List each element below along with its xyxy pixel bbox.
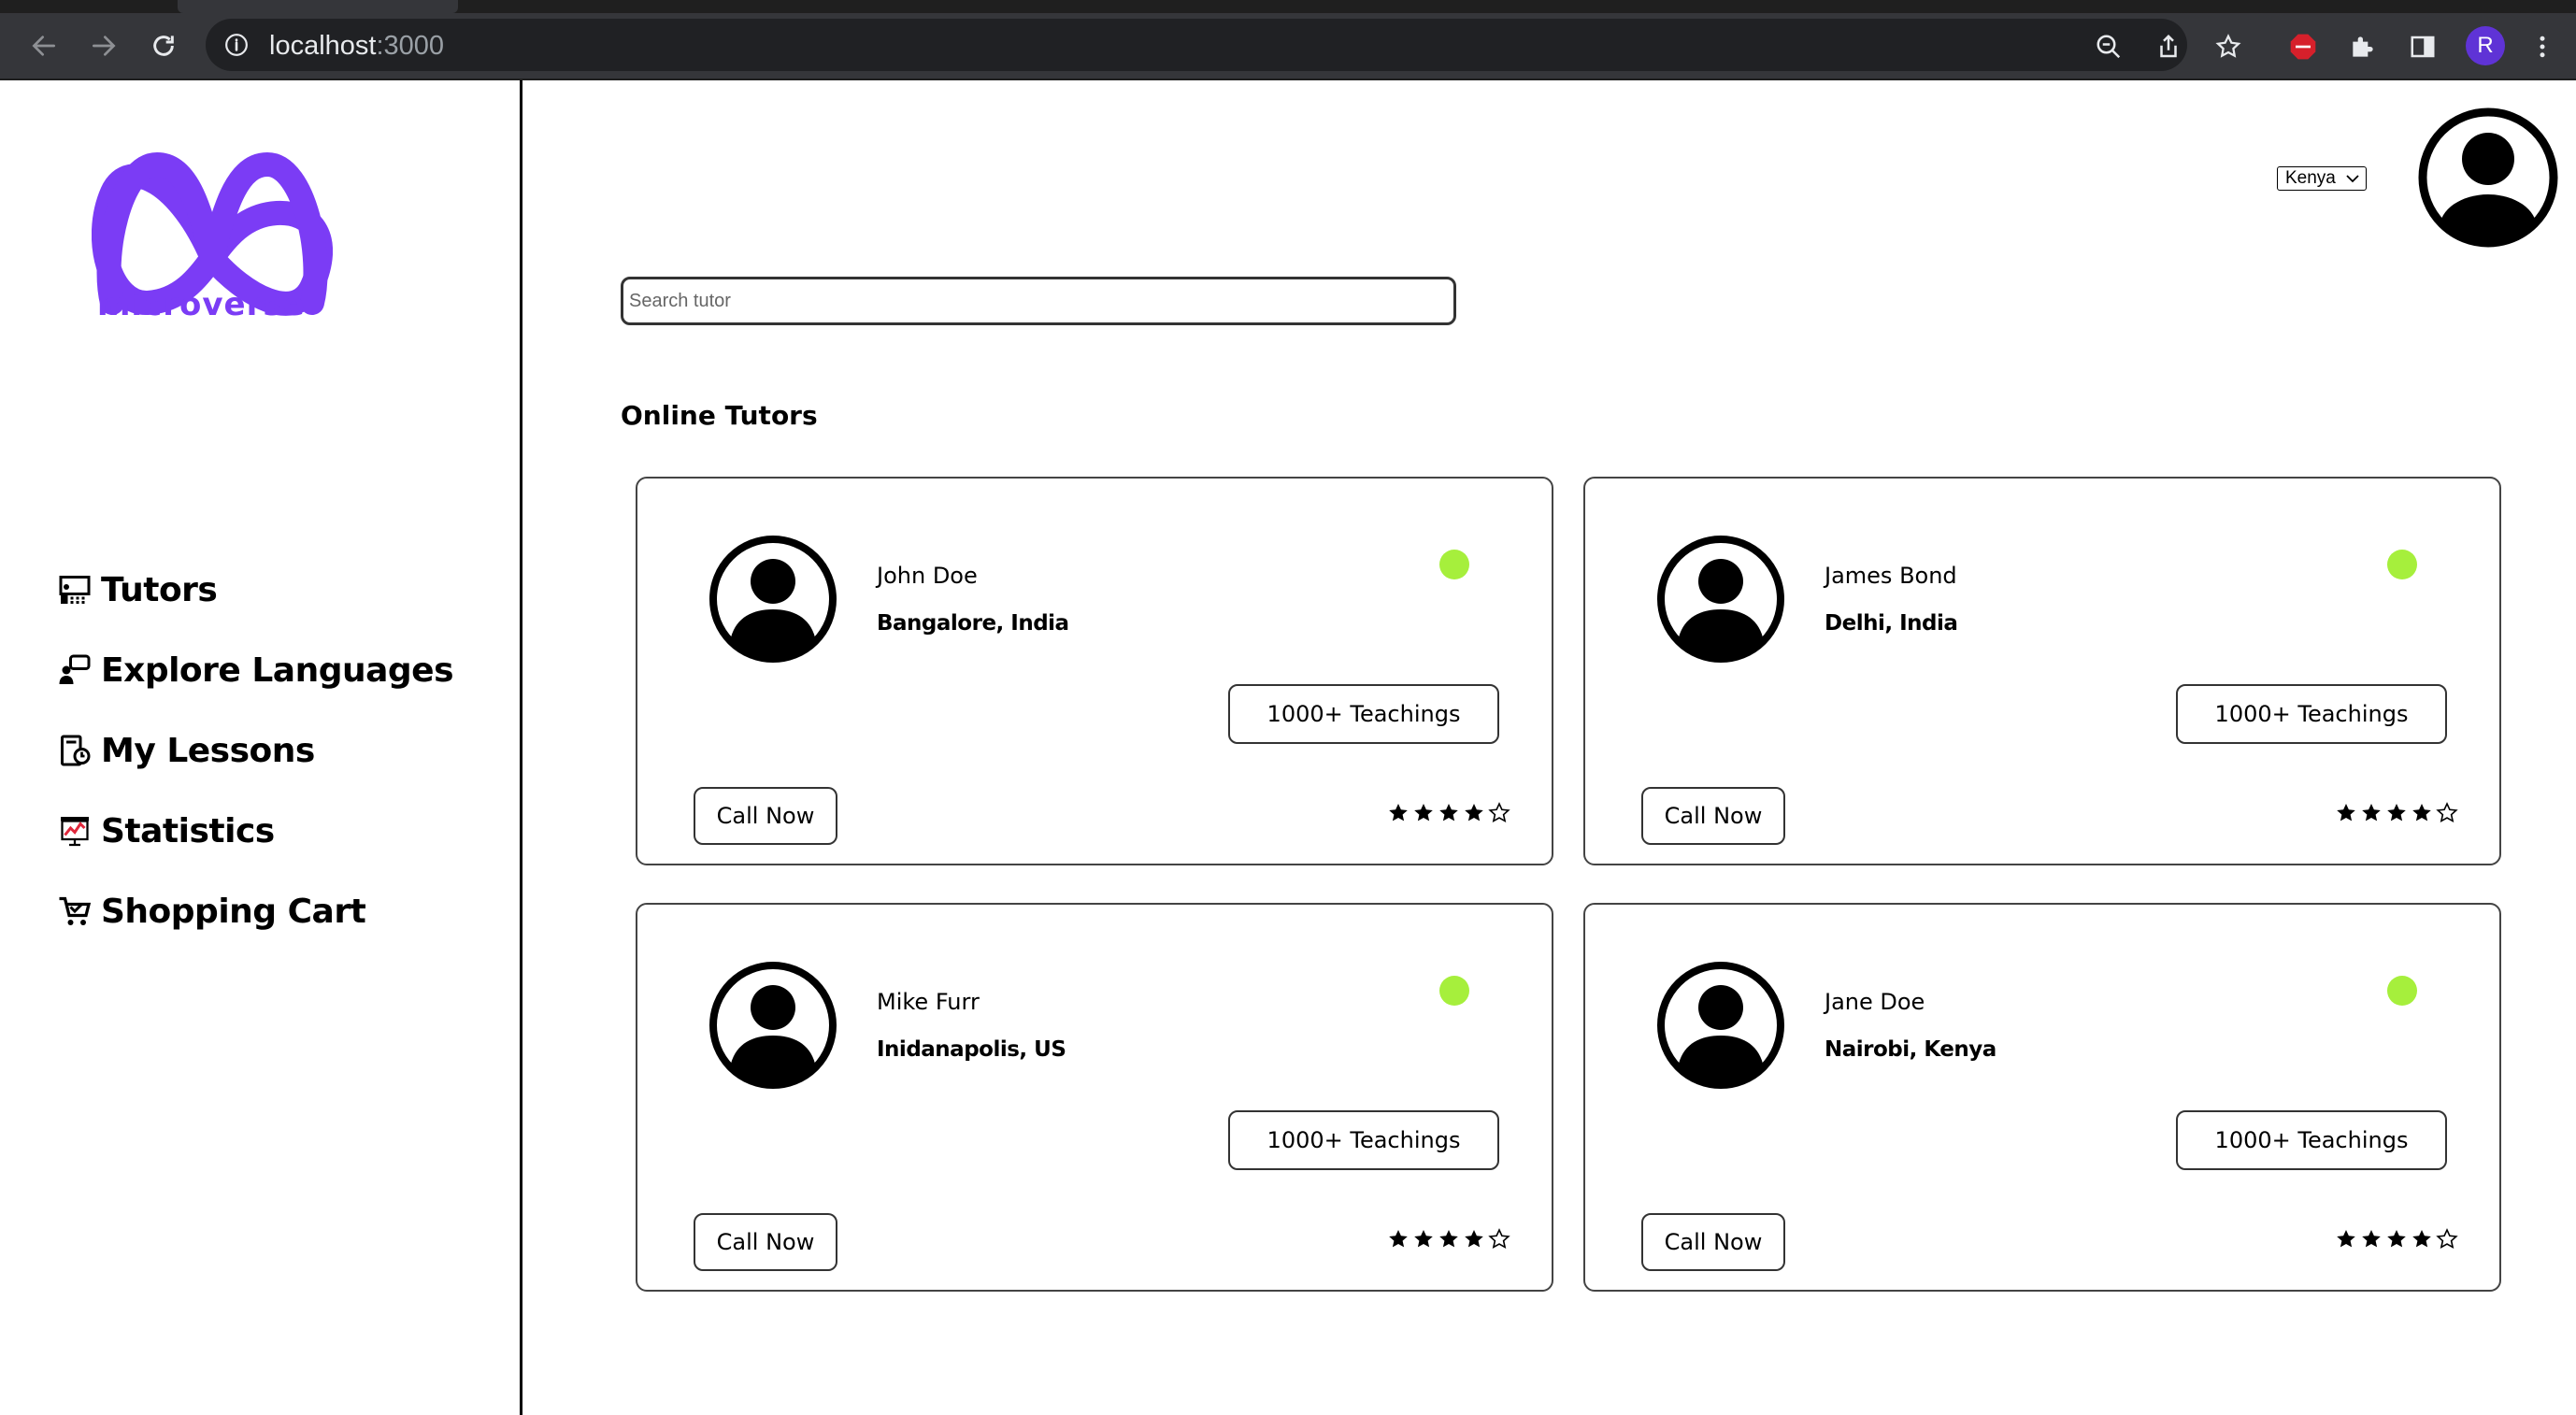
tutor-card: Mike Furr Inidanapolis, US 1000+ Teachin… [636,903,1553,1292]
sidebar-item-label: My Lessons [101,731,315,770]
reload-button[interactable] [144,26,183,65]
star-filled-icon [1414,1230,1433,1248]
tutor-name: John Doe [877,563,978,589]
browser-profile-avatar[interactable]: R [2466,26,2505,65]
tutor-name: James Bond [1825,563,1957,589]
forward-button[interactable] [84,26,123,65]
tutor-card: John Doe Bangalore, India 1000+ Teaching… [636,477,1553,865]
star-filled-icon [1439,1230,1458,1248]
star-filled-icon [2387,1230,2406,1248]
star-empty-icon [2436,1228,2458,1249]
tutor-card: James Bond Delhi, India 1000+ Teachings … [1583,477,2501,865]
section-title: Online Tutors [621,400,818,431]
online-status-dot [1439,976,1469,1006]
sidebar-item-label: Statistics [101,811,275,850]
tutor-avatar-icon [709,962,837,1089]
kebab-menu-icon[interactable] [2526,30,2559,64]
tutor-avatar-icon [709,536,837,663]
browser-tab-strip [0,0,2576,13]
star-filled-icon [2387,804,2406,822]
sidebar-item-explore-languages[interactable]: Explore Languages [58,647,454,693]
lessons-icon [61,735,91,766]
chevron-down-icon [2346,175,2359,183]
info-icon[interactable] [224,33,249,57]
teachings-badge[interactable]: 1000+ Teachings [2176,1110,2447,1170]
tutor-card: Jane Doe Nairobi, Kenya 1000+ Teachings … [1583,903,2501,1292]
sidebar: microverse Tutors Explore Languages My L… [0,80,522,1415]
online-status-dot [2387,976,2417,1006]
sidebar-item-label: Explore Languages [101,650,454,690]
star-filled-icon [1465,804,1483,822]
sidebar-item-statistics[interactable]: Statistics [58,808,275,854]
tutor-location: Bangalore, India [877,611,1069,636]
star-empty-icon [1488,1228,1510,1249]
statistics-icon [61,817,89,847]
rating-stars [1387,1228,1510,1251]
online-status-dot [1439,550,1469,579]
star-filled-icon [2412,1230,2431,1248]
tutor-location: Nairobi, Kenya [1825,1037,1996,1062]
call-now-button[interactable]: Call Now [1641,787,1785,845]
sidebar-item-label: Shopping Cart [101,892,366,931]
address-bar[interactable]: localhost:3000 [206,19,2187,71]
brand-name: microverse [97,286,306,323]
tutor-name: Jane Doe [1825,989,1925,1015]
tutor-icon [59,576,91,604]
star-empty-icon [1488,802,1510,822]
call-now-button[interactable]: Call Now [1641,1213,1785,1271]
browser-toolbar: localhost:3000 R [0,13,2576,79]
star-filled-icon [2362,1230,2381,1248]
arrow-left-icon [32,36,55,56]
cart-icon [59,896,92,925]
sidebar-item-shopping-cart[interactable]: Shopping Cart [58,888,366,935]
rating-stars [1387,802,1510,824]
adblock-extension-icon[interactable] [2286,30,2320,64]
star-filled-icon [2337,1230,2355,1248]
star-filled-icon [1389,1230,1408,1248]
back-button[interactable] [24,26,64,65]
teachings-badge[interactable]: 1000+ Teachings [1228,684,1499,744]
country-select-value: Kenya [2285,168,2336,188]
bookmark-star-icon[interactable] [2211,30,2245,64]
rating-stars [2335,1228,2458,1251]
tutor-location: Delhi, India [1825,611,1958,636]
sidebar-item-my-lessons[interactable]: My Lessons [58,727,315,774]
url-host: localhost [269,31,377,61]
side-panel-icon[interactable] [2406,30,2440,64]
star-filled-icon [1439,804,1458,822]
teachings-badge[interactable]: 1000+ Teachings [1228,1110,1499,1170]
star-filled-icon [1465,1230,1483,1248]
star-filled-icon [2362,804,2381,822]
user-avatar-icon[interactable] [2417,107,2559,249]
star-empty-icon [2436,802,2458,822]
tutor-name: Mike Furr [877,989,980,1015]
rating-stars [2335,802,2458,824]
sidebar-item-label: Tutors [101,570,218,609]
tutor-avatar-icon [1657,962,1784,1089]
call-now-button[interactable]: Call Now [694,787,837,845]
puzzle-extensions-icon[interactable] [2346,30,2380,64]
reload-icon [153,36,174,56]
share-icon[interactable] [2152,30,2185,64]
star-filled-icon [2337,804,2355,822]
tutor-location: Inidanapolis, US [877,1037,1066,1062]
zoom-icon[interactable] [2092,30,2125,64]
star-filled-icon [1389,804,1408,822]
sidebar-item-tutors[interactable]: Tutors [58,566,218,613]
call-now-button[interactable]: Call Now [694,1213,837,1271]
arrow-right-icon [93,36,116,56]
tutor-avatar-icon [1657,536,1784,663]
url-port: :3000 [376,31,445,61]
url-text[interactable]: localhost:3000 [269,31,444,62]
country-select[interactable]: Kenya [2277,166,2367,191]
star-filled-icon [1414,804,1433,822]
teachings-badge[interactable]: 1000+ Teachings [2176,684,2447,744]
search-input[interactable] [621,277,1456,325]
star-filled-icon [2412,804,2431,822]
online-status-dot [2387,550,2417,579]
chat-person-icon [59,654,91,684]
browser-tab[interactable] [178,0,458,13]
